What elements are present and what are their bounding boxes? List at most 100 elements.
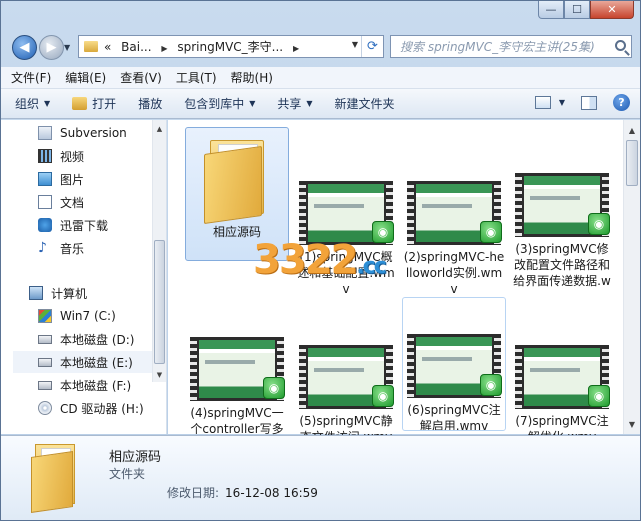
cd-drive-icon <box>38 401 52 415</box>
sidebar-item-label: 图片 <box>60 172 85 187</box>
sidebar-item-label: CD 驱动器 (H:) <box>60 401 144 416</box>
arrow-left-icon: ◀ <box>19 40 30 55</box>
media-player-badge-icon: ◉ <box>480 374 502 396</box>
navigation-bar: ◀ ▶ ▼ « Bai... ▶ springMVC_李守... ▶ ▼ ⟳ 搜… <box>1 29 640 65</box>
menu-tools[interactable]: 工具(T) <box>176 69 217 86</box>
breadcrumb-segment[interactable]: Bai... <box>121 40 151 54</box>
menu-edit[interactable]: 编辑(E) <box>65 69 106 86</box>
open-button[interactable]: 打开 <box>72 95 116 112</box>
forward-button[interactable]: ▶ <box>39 35 64 60</box>
folder-icon <box>31 444 79 513</box>
folder-icon <box>204 138 270 225</box>
include-in-library-label: 包含到库中 <box>184 97 245 111</box>
file-item-video[interactable]: ◉ (3)springMVC修改配置文件路径和给界面传递数据.wmv <box>510 160 614 294</box>
search-icon[interactable] <box>615 40 626 51</box>
preview-pane-icon[interactable] <box>581 95 597 110</box>
menu-view[interactable]: 查看(V) <box>120 69 162 86</box>
file-list-scrollbar[interactable]: ▲ ▼ <box>623 120 640 434</box>
file-item-video[interactable]: ◉ (5)springMVC静态文件访问.wmv <box>294 316 398 450</box>
breadcrumb-segment[interactable]: springMVC_李守... <box>177 40 283 54</box>
media-player-badge-icon: ◉ <box>263 377 285 400</box>
help-icon[interactable]: ? <box>613 94 630 111</box>
folder-front <box>204 145 262 225</box>
breadcrumb-arrow-icon[interactable]: ▶ <box>161 44 167 53</box>
scroll-down-arrow-icon[interactable]: ▼ <box>624 416 640 432</box>
file-name: (6)springMVC注解启用.wmv <box>407 403 501 430</box>
drive-icon <box>38 334 52 344</box>
download-icon <box>38 218 52 232</box>
file-name: (3)springMVC修改配置文件路径和给界面传递数据.wmv <box>513 241 611 293</box>
breadcrumb-arrow-icon[interactable]: ▶ <box>293 44 299 53</box>
menu-file[interactable]: 文件(F) <box>11 69 51 86</box>
organize-button[interactable]: 组织 ▼ <box>15 95 50 112</box>
sidebar-item-drive-e[interactable]: 本地磁盘 (E:) <box>13 351 152 373</box>
file-item-video[interactable]: ◉ (4)springMVC一个controller写多个方法.wmv <box>185 316 289 450</box>
address-path: « Bai... ▶ springMVC_李守... ▶ <box>104 38 299 55</box>
video-thumbnail: ◉ <box>189 321 285 402</box>
new-folder-button[interactable]: 新建文件夹 <box>335 95 395 112</box>
video-library-icon <box>38 149 52 163</box>
sidebar-item-label: 本地磁盘 (E:) <box>60 355 133 370</box>
details-modified-value: 16-12-08 16:59 <box>225 486 318 500</box>
scrollbar-thumb[interactable] <box>626 140 638 186</box>
window-controls: — ☐ ✕ <box>538 1 634 19</box>
details-modified-label: 修改日期: <box>167 486 220 500</box>
folder-thumbnail <box>189 132 285 225</box>
menu-help[interactable]: 帮助(H) <box>231 69 273 86</box>
explorer-window: — ☐ ✕ ◀ ▶ ▼ « Bai... ▶ springMVC_李守... ▶… <box>0 0 641 521</box>
video-thumbnail: ◉ <box>298 321 394 409</box>
refresh-button[interactable]: ⟳ <box>361 36 383 57</box>
organize-label: 组织 <box>15 97 40 111</box>
file-item-video[interactable]: ◉ (2)springMVC-helloworld实例.wmv <box>402 160 506 294</box>
details-modified: 修改日期: 16-12-08 16:59 <box>167 484 318 501</box>
sidebar-item-label: 视频 <box>60 149 85 164</box>
scroll-down-arrow-icon[interactable]: ▼ <box>153 368 166 382</box>
scroll-up-arrow-icon[interactable]: ▲ <box>624 122 640 138</box>
sidebar-item-label: 本地磁盘 (D:) <box>60 332 135 347</box>
share-label: 共享 <box>277 97 302 111</box>
recent-pages-dropdown[interactable]: ▼ <box>64 43 70 52</box>
search-box[interactable]: 搜索 springMVC_李守宏主讲(25集) <box>390 35 632 58</box>
sidebar-item-label: 文档 <box>60 195 85 210</box>
video-thumbnail: ◉ <box>298 165 394 246</box>
arrow-right-icon: ▶ <box>46 40 57 55</box>
back-button[interactable]: ◀ <box>12 35 37 60</box>
media-player-badge-icon: ◉ <box>588 385 610 407</box>
drive-icon <box>38 380 52 390</box>
address-overflow[interactable]: « <box>104 40 111 54</box>
minimize-button[interactable]: — <box>538 1 564 19</box>
folder-icon <box>84 41 98 52</box>
video-thumbnail: ◉ <box>406 165 502 246</box>
windows-drive-icon <box>38 309 52 323</box>
watermark-digits: 3322 <box>253 237 358 283</box>
subversion-icon <box>38 126 52 140</box>
media-player-badge-icon: ◉ <box>588 212 610 235</box>
menu-bar: 文件(F) 编辑(E) 查看(V) 工具(T) 帮助(H) <box>1 67 640 89</box>
sidebar-item-label: 迅雷下载 <box>60 218 109 233</box>
sidebar-item-cd-drive-h[interactable]: CD 驱动器 (H:) <box>38 397 188 419</box>
share-button[interactable]: 共享 ▼ <box>277 95 312 112</box>
play-label: 播放 <box>138 97 163 111</box>
search-input[interactable]: 搜索 springMVC_李守宏主讲(25集) <box>400 38 595 55</box>
details-name: 相应源码 <box>109 450 162 465</box>
details-type: 文件夹 <box>109 467 146 481</box>
change-view-icon[interactable] <box>534 96 551 109</box>
play-button[interactable]: 播放 <box>138 95 162 112</box>
maximize-button[interactable]: ☐ <box>564 1 590 19</box>
video-thumbnail: ◉ <box>514 321 610 409</box>
media-player-badge-icon: ◉ <box>480 221 502 244</box>
close-button[interactable]: ✕ <box>590 1 634 19</box>
scroll-up-arrow-icon[interactable]: ▲ <box>153 122 166 136</box>
scrollbar-thumb[interactable] <box>154 240 165 364</box>
open-label: 打开 <box>92 97 117 111</box>
navigation-scrollbar[interactable]: ▲ ▼ <box>152 120 166 382</box>
address-dropdown-icon[interactable]: ▼ <box>352 40 358 49</box>
refresh-icon: ⟳ <box>367 39 378 54</box>
include-in-library-button[interactable]: 包含到库中 ▼ <box>184 95 255 112</box>
watermark-logo: 3322.cc <box>253 237 387 283</box>
pictures-library-icon <box>38 172 52 186</box>
address-bar[interactable]: « Bai... ▶ springMVC_李守... ▶ ▼ ⟳ <box>78 35 384 58</box>
file-item-video[interactable]: ◉ (7)springMVC注解优化.wmv <box>510 316 614 450</box>
chevron-down-icon[interactable]: ▼ <box>559 98 565 107</box>
file-item-video[interactable]: ◉ (6)springMVC注解启用.wmv <box>402 297 506 431</box>
